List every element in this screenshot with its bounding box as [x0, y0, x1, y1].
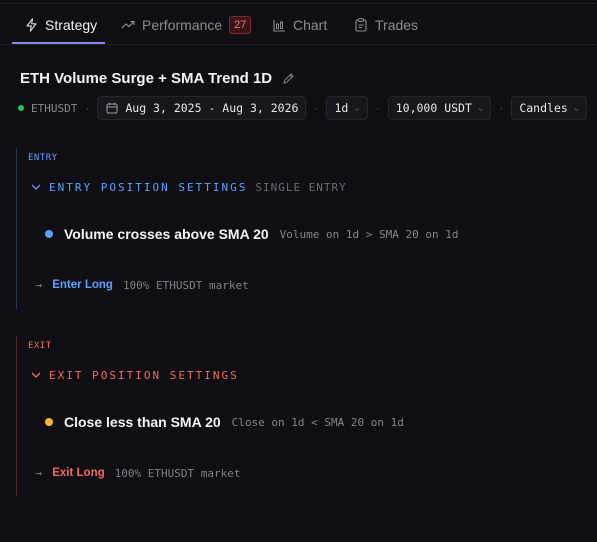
- separator-dot: ·: [85, 101, 90, 115]
- tab-label: Trades: [375, 17, 419, 33]
- count-badge: 27: [229, 16, 252, 34]
- tab-strategy[interactable]: Strategy: [24, 6, 97, 44]
- tab-label: Strategy: [45, 17, 98, 33]
- tab-label: Performance: [142, 17, 223, 33]
- active-tab-indicator: [12, 42, 105, 44]
- timeframe-select[interactable]: 1d ⌄: [326, 96, 368, 120]
- exit-condition-text: Close less than SMA 20: [64, 414, 221, 430]
- entry-condition-desc: Volume on 1d > SMA 20 on 1d: [279, 227, 459, 241]
- trend-icon: [121, 18, 135, 32]
- condition-dot: [45, 230, 53, 238]
- strategy-title-row: ETH Volume Surge + SMA Trend 1D: [20, 70, 295, 87]
- capital-value: 10,000 USDT: [395, 101, 472, 115]
- entry-label: ENTRY: [28, 153, 58, 163]
- calendar-icon: [105, 101, 119, 115]
- chevron-down-icon: ⌄: [573, 103, 580, 113]
- tab-chart[interactable]: Chart: [272, 6, 327, 44]
- tab-label: Chart: [293, 17, 328, 33]
- entry-action-desc: 100% ETHUSDT market: [122, 278, 249, 292]
- exit-section: EXIT EXIT POSITION SETTINGS Close less t…: [16, 336, 587, 496]
- entry-mode: SINGLE ENTRY: [255, 181, 347, 194]
- chevron-down-icon: ⌄: [354, 103, 360, 113]
- arrow-right-icon: →: [35, 278, 43, 292]
- chevron-down-icon: [31, 181, 41, 194]
- tab-bar: Strategy Performance 27 Chart Trades: [0, 6, 597, 45]
- lightning-icon: [24, 18, 38, 32]
- arrow-right-icon: →: [35, 466, 43, 480]
- exit-condition[interactable]: Close less than SMA 20 Close on 1d < SMA…: [45, 414, 404, 430]
- entry-action[interactable]: → Enter Long 100% ETHUSDT market: [35, 278, 249, 292]
- exit-action-name: Exit Long: [52, 467, 105, 479]
- entry-action-name: Enter Long: [52, 279, 113, 291]
- tab-performance[interactable]: Performance 27: [121, 6, 252, 44]
- separator-dot: ·: [314, 101, 319, 115]
- top-divider: [0, 3, 597, 4]
- exit-action[interactable]: → Exit Long 100% ETHUSDT market: [35, 466, 240, 480]
- separator-dot: ·: [375, 101, 380, 115]
- symbol-label: ETHUSDT: [31, 101, 78, 115]
- date-range-picker[interactable]: Aug 3, 2025 - Aug 3, 2026: [97, 96, 307, 120]
- exit-settings-toggle[interactable]: EXIT POSITION SETTINGS: [31, 369, 239, 382]
- exit-action-desc: 100% ETHUSDT market: [114, 466, 241, 480]
- chevron-down-icon: [31, 369, 41, 382]
- entry-settings-header: ENTRY POSITION SETTINGS: [49, 181, 248, 194]
- chevron-down-icon: ⌄: [477, 103, 484, 113]
- exit-settings-header: EXIT POSITION SETTINGS: [49, 369, 239, 382]
- chart-icon: [272, 18, 286, 32]
- tab-trades[interactable]: Trades: [354, 6, 418, 44]
- exit-label: EXIT: [28, 341, 52, 351]
- capital-select[interactable]: 10,000 USDT ⌄: [387, 96, 492, 120]
- pencil-icon[interactable]: [281, 72, 295, 86]
- entry-condition[interactable]: Volume crosses above SMA 20 Volume on 1d…: [45, 226, 458, 242]
- clipboard-icon: [354, 18, 368, 32]
- timeframe-value: 1d: [334, 101, 349, 115]
- separator-dot: ·: [499, 101, 504, 115]
- condition-dot: [45, 418, 53, 426]
- entry-condition-text: Volume crosses above SMA 20: [64, 226, 269, 242]
- chart-type-select[interactable]: Candles ⌄: [511, 96, 588, 120]
- chart-type-value: Candles: [519, 101, 568, 115]
- date-range-value: Aug 3, 2025 - Aug 3, 2026: [125, 101, 299, 115]
- exit-condition-desc: Close on 1d < SMA 20 on 1d: [231, 415, 404, 429]
- entry-settings-toggle[interactable]: ENTRY POSITION SETTINGS SINGLE ENTRY: [31, 181, 347, 194]
- status-dot: [18, 105, 24, 111]
- entry-section: ENTRY ENTRY POSITION SETTINGS SINGLE ENT…: [16, 148, 587, 309]
- strategy-meta-bar: ETHUSDT · Aug 3, 2025 - Aug 3, 2026 · 1d…: [18, 96, 588, 120]
- strategy-title: ETH Volume Surge + SMA Trend 1D: [20, 70, 273, 87]
